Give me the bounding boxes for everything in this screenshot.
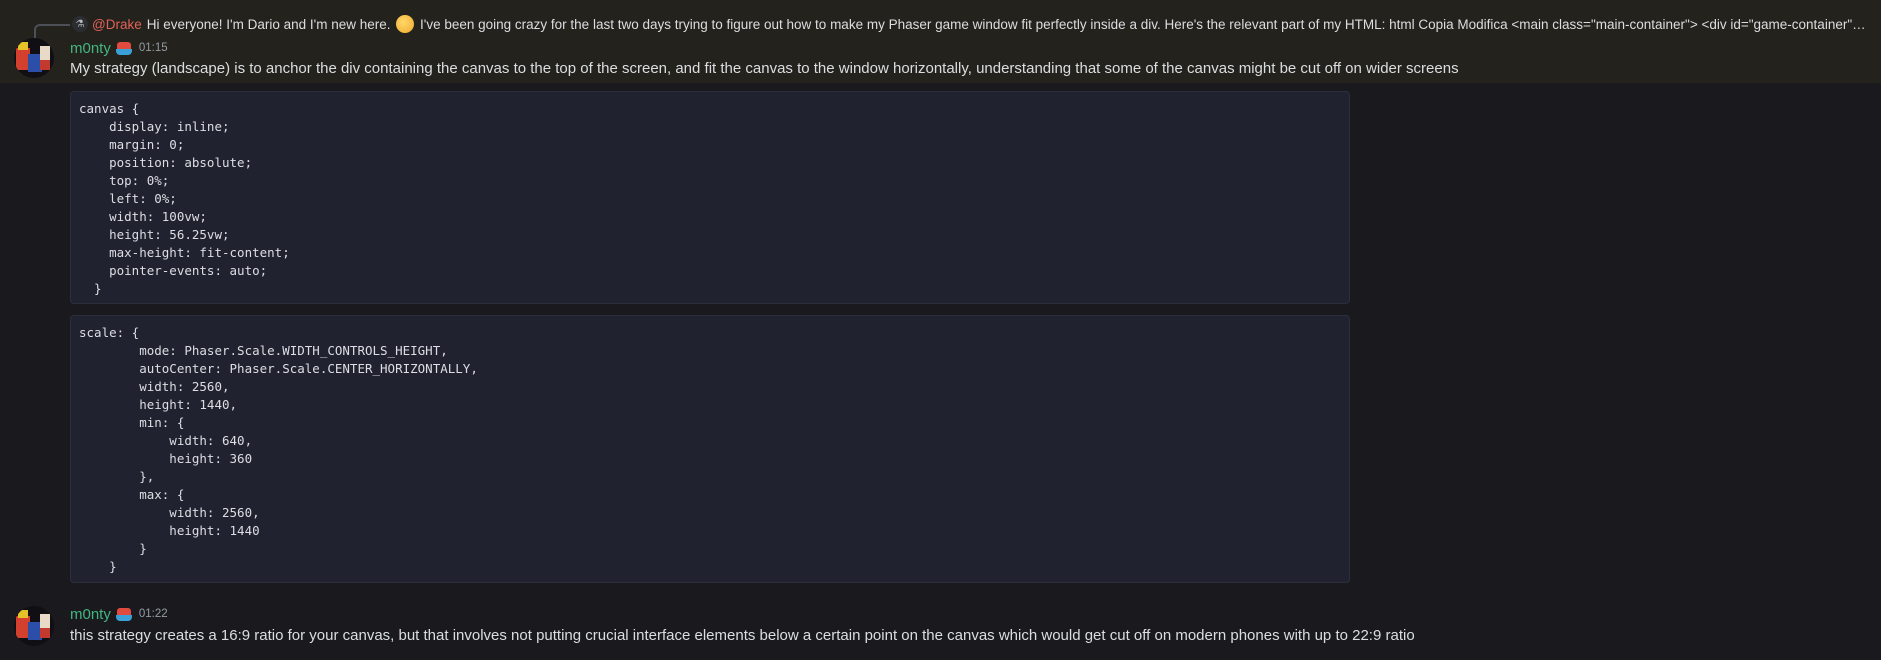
boat-badge-icon[interactable]: [115, 40, 133, 56]
avatar[interactable]: [14, 38, 54, 78]
reply-preview[interactable]: ⚗ @Drake Hi everyone! I'm Dario and I'm …: [72, 14, 1872, 34]
boat-badge-icon[interactable]: [115, 606, 133, 622]
timestamp[interactable]: 01:22: [139, 608, 168, 620]
message-text: this strategy creates a 16:9 ratio for y…: [70, 627, 1415, 644]
reply-mention[interactable]: @Drake: [92, 17, 142, 32]
grinning-sweat-emoji-icon: [396, 15, 415, 33]
timestamp[interactable]: 01:15: [139, 42, 168, 54]
reply-text-after-emoji: I've been going crazy for the last two d…: [420, 17, 1872, 32]
message-header: m0nty 01:15: [70, 38, 168, 58]
reply-avatar-icon[interactable]: ⚗: [72, 16, 88, 32]
username[interactable]: m0nty: [70, 40, 111, 57]
reply-text[interactable]: Hi everyone! I'm Dario and I'm new here.…: [147, 15, 1872, 33]
message-header: m0nty 01:22: [70, 604, 168, 624]
code-block-js: scale: { mode: Phaser.Scale.WIDTH_CONTRO…: [70, 315, 1350, 583]
code-block-css: canvas { display: inline; margin: 0; pos…: [70, 91, 1350, 304]
reply-connector-line: [34, 24, 70, 38]
message-text: My strategy (landscape) is to anchor the…: [70, 60, 1459, 77]
reply-text-before-emoji: Hi everyone! I'm Dario and I'm new here.: [146, 17, 391, 32]
username[interactable]: m0nty: [70, 606, 111, 623]
avatar[interactable]: [14, 606, 54, 646]
